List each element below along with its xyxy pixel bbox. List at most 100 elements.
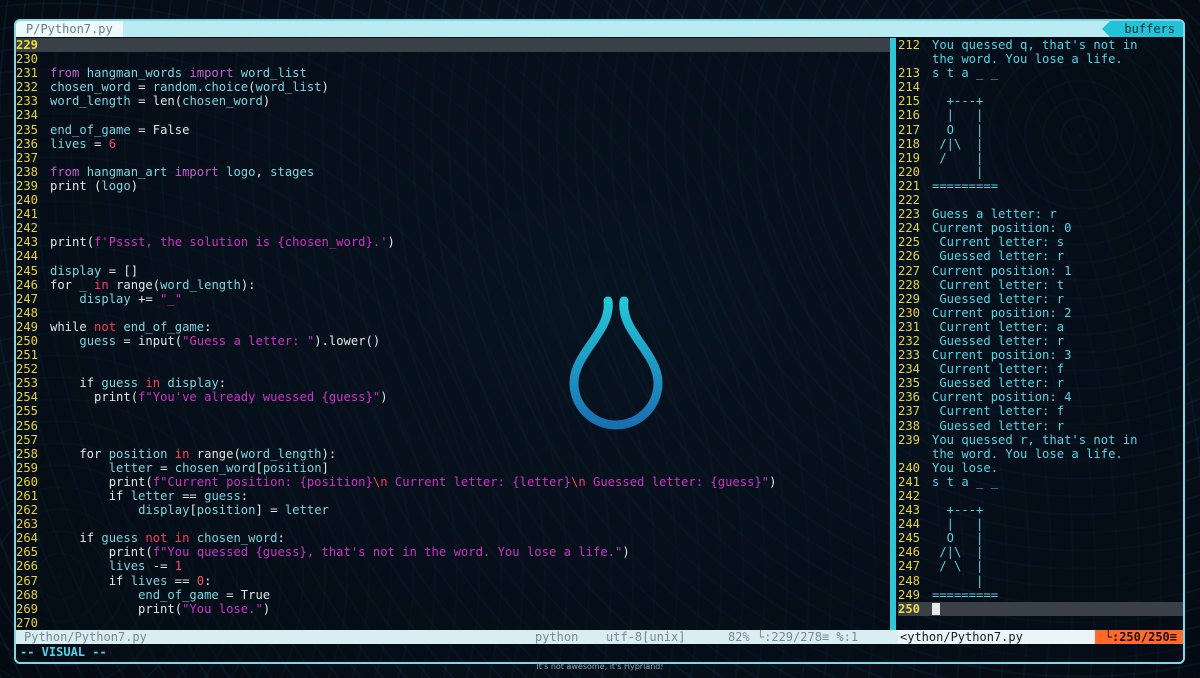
code-line[interactable]: 241: [16, 207, 890, 221]
output-line[interactable]: 216 | |: [898, 108, 1183, 122]
line-number: 270: [16, 615, 39, 630]
terminal-output-pane[interactable]: 212 You quessed q, that's not in the word.…: [898, 38, 1183, 630]
code-line[interactable]: 269 print("You lose."): [16, 602, 890, 616]
code-line[interactable]: 248: [16, 306, 890, 320]
output-line[interactable]: 230 Current position: 2: [898, 306, 1183, 320]
output-line[interactable]: 248 |: [898, 574, 1183, 588]
output-line[interactable]: 227 Current position: 1: [898, 264, 1183, 278]
code-line[interactable]: 242: [16, 221, 890, 235]
output-line[interactable]: 224 Current position: 0: [898, 221, 1183, 235]
code-line[interactable]: 240: [16, 193, 890, 207]
code-line[interactable]: 237: [16, 151, 890, 165]
output-line[interactable]: 228 Current letter: t: [898, 278, 1183, 292]
output-line[interactable]: 234 Current letter: f: [898, 362, 1183, 376]
output-line[interactable]: 245 O |: [898, 531, 1183, 545]
code-line[interactable]: 252: [16, 362, 890, 376]
terminal-window[interactable]: P/Python7.py buffers 229 230 231 from hangm…: [14, 19, 1185, 664]
code-line[interactable]: 251: [16, 348, 890, 362]
code-line[interactable]: 264 if guess not in chosen_word:: [16, 531, 890, 545]
code-line[interactable]: 268 end_of_game = True: [16, 588, 890, 602]
output-line[interactable]: 237 Current letter: f: [898, 404, 1183, 418]
output-line[interactable]: 217 O |: [898, 123, 1183, 137]
output-line[interactable]: 235 Guessed letter: r: [898, 376, 1183, 390]
code-line[interactable]: 234: [16, 108, 890, 122]
code-line[interactable]: 270: [16, 616, 890, 630]
code-line[interactable]: 235 end_of_game = False: [16, 123, 890, 137]
code-line[interactable]: 256: [16, 419, 890, 433]
output-line[interactable]: 232 Guessed letter: r: [898, 334, 1183, 348]
editor-pane[interactable]: 229 230 231 from hangman_words import word_…: [16, 38, 890, 630]
output-line[interactable]: 249 =========: [898, 588, 1183, 602]
code-line[interactable]: 266 lives -= 1: [16, 559, 890, 573]
output-line[interactable]: 219 / |: [898, 151, 1183, 165]
output-line[interactable]: 218 /|\ |: [898, 137, 1183, 151]
code-line[interactable]: 265 print(f"You quessed {guess}, that's …: [16, 545, 890, 559]
output-line[interactable]: 238 Guessed letter: r: [898, 419, 1183, 433]
output-line[interactable]: 242: [898, 489, 1183, 503]
output-line[interactable]: 215 +---+: [898, 94, 1183, 108]
code-line[interactable]: 246 for _ in range(word_length):: [16, 278, 890, 292]
output-line[interactable]: 236 Current position: 4: [898, 390, 1183, 404]
output-line[interactable]: 244 | |: [898, 517, 1183, 531]
line-number: 226: [898, 249, 921, 264]
output-line[interactable]: 229 Guessed letter: r: [898, 292, 1183, 306]
output-line[interactable]: 243 +---+: [898, 503, 1183, 517]
code-token: print: [50, 178, 95, 193]
output-line[interactable]: 222: [898, 193, 1183, 207]
current-output-line[interactable]: 250: [898, 601, 1183, 616]
code-line[interactable]: 245 display = []: [16, 264, 890, 278]
output-line[interactable]: 240 You lose.: [898, 461, 1183, 475]
current-code-line[interactable]: 229: [16, 38, 890, 53]
code-token: position: [262, 460, 322, 475]
code-line[interactable]: 233 word_length = len(chosen_word): [16, 94, 890, 108]
code-line[interactable]: 255: [16, 404, 890, 418]
output-line[interactable]: 214: [898, 80, 1183, 94]
line-number: 256: [16, 418, 39, 433]
code-line[interactable]: 257: [16, 433, 890, 447]
code-line[interactable]: 250 guess = input("Guess a letter: ").lo…: [16, 334, 890, 348]
line-number: 243: [898, 503, 921, 518]
code-line[interactable]: 238 from hangman_art import logo, stages: [16, 165, 890, 179]
line-number: 254: [16, 390, 39, 405]
code-line[interactable]: 253 if guess in display:: [16, 376, 890, 390]
output-line[interactable]: 247 / \ |: [898, 559, 1183, 573]
code-line[interactable]: 230: [16, 52, 890, 66]
split-divider[interactable]: [890, 38, 896, 630]
code-line[interactable]: 239 print (logo): [16, 179, 890, 193]
output-line[interactable]: 221 =========: [898, 179, 1183, 193]
code-line[interactable]: 232 chosen_word = random.choice(word_list…: [16, 80, 890, 94]
code-line[interactable]: 249 while not end_of_game:: [16, 320, 890, 334]
output-line[interactable]: 233 Current position: 3: [898, 348, 1183, 362]
output-line[interactable]: 226 Guessed letter: r: [898, 249, 1183, 263]
output-line[interactable]: 241 s t a _ _: [898, 475, 1183, 489]
output-line[interactable]: 246 /|\ |: [898, 545, 1183, 559]
line-number: 244: [898, 517, 921, 532]
output-line[interactable]: 213 s t a _ _: [898, 66, 1183, 80]
code-line[interactable]: 262 display[position] = letter: [16, 503, 890, 517]
code-line[interactable]: 247 display += "_": [16, 292, 890, 306]
output-line[interactable]: 220 |: [898, 165, 1183, 179]
code-line[interactable]: 263: [16, 517, 890, 531]
code-line[interactable]: 236 lives = 6: [16, 137, 890, 151]
code-line[interactable]: 244: [16, 249, 890, 263]
output-line[interactable]: the word. You lose a life.: [898, 447, 1183, 461]
output-line[interactable]: the word. You lose a life.: [898, 52, 1183, 66]
output-line[interactable]: 223 Guess a letter: r: [898, 207, 1183, 221]
code-line[interactable]: 258 for position in range(word_length):: [16, 447, 890, 461]
code-line[interactable]: 231 from hangman_words import word_list: [16, 66, 890, 80]
code-line[interactable]: 259 letter = chosen_word[position]: [16, 461, 890, 475]
code-line[interactable]: 267 if lives == 0:: [16, 574, 890, 588]
output-line[interactable]: 239 You quessed r, that's not in: [898, 433, 1183, 447]
output-line[interactable]: 225 Current letter: s: [898, 235, 1183, 249]
output-text: Current position: 3: [932, 348, 1072, 363]
line-number: 219: [898, 150, 921, 165]
tab-python7[interactable]: P/Python7.py: [16, 21, 123, 37]
code-line[interactable]: 243 print(f'Pssst, the solution is {chose…: [16, 235, 890, 249]
code-token: guess: [204, 489, 241, 503]
code-token: Guessed letter: {guess}": [585, 474, 770, 489]
code-line[interactable]: 261 if letter == guess:: [16, 489, 890, 503]
code-line[interactable]: 254 print(f"You've already wuessed {gues…: [16, 390, 890, 404]
output-line[interactable]: 212 You quessed q, that's not in: [898, 38, 1183, 52]
output-line[interactable]: 231 Current letter: a: [898, 320, 1183, 334]
code-line[interactable]: 260 print(f"Current position: {position}…: [16, 475, 890, 489]
